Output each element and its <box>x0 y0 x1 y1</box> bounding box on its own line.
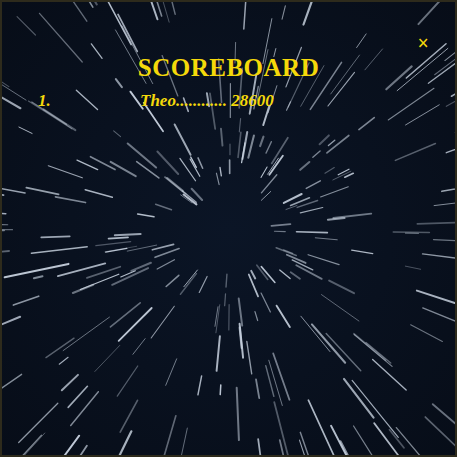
score-entry: Theo............ 28600 <box>140 88 274 114</box>
score-rank: 1. <box>2 88 140 114</box>
score-list: 1.Theo............ 28600 <box>2 88 455 114</box>
score-row: 1.Theo............ 28600 <box>2 88 455 114</box>
scoreboard-panel: ×SCOREBOARD 1.Theo............ 28600 <box>0 0 457 457</box>
scoreboard-title: SCOREBOARD <box>2 52 455 84</box>
scoreboard-content: SCOREBOARD 1.Theo............ 28600 <box>2 2 455 114</box>
close-button[interactable]: × <box>414 31 433 55</box>
